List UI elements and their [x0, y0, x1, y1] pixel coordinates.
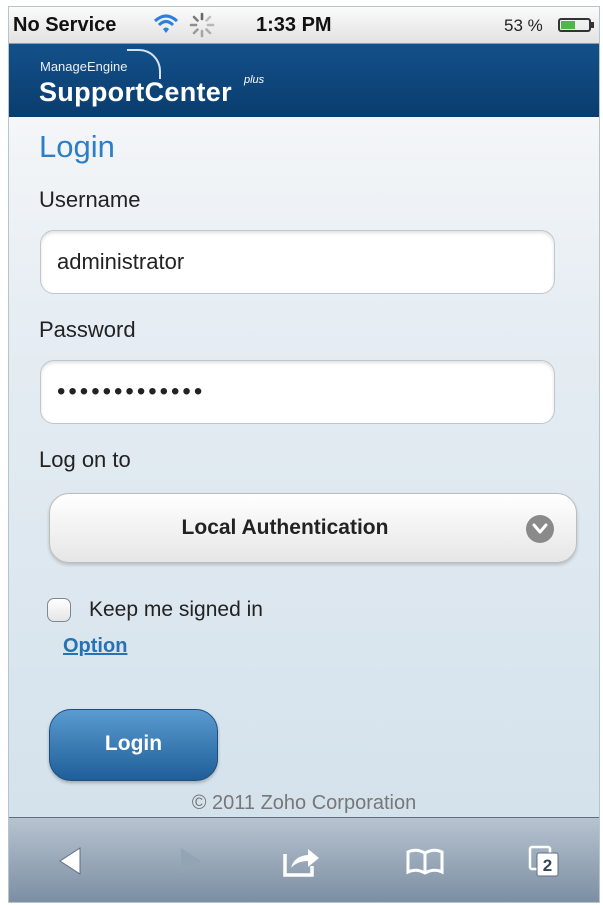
status-bar: No Service 1:33 PM 53 % — [9, 7, 599, 44]
phone-screen: No Service 1:33 PM 53 % ManageEngine Sup… — [8, 6, 600, 903]
wifi-icon — [153, 12, 179, 42]
brand-product: SupportCenter — [39, 77, 232, 107]
browser-toolbar: 2 — [9, 817, 599, 902]
battery-percent: 53 % — [504, 16, 543, 35]
bookmarks-icon[interactable] — [390, 818, 460, 902]
username-label: Username — [39, 187, 141, 212]
loading-spinner-icon — [189, 12, 215, 44]
password-label: Password — [39, 317, 136, 342]
tabs-icon[interactable]: 2 — [509, 818, 579, 902]
login-form: Login Username Password ••••••••••••• Lo… — [9, 117, 599, 817]
password-field[interactable]: ••••••••••••• — [40, 360, 555, 424]
copyright-text: © 2011 Zoho Corporation — [191, 792, 417, 814]
username-field[interactable] — [40, 230, 555, 294]
logon-label: Log on to — [39, 447, 131, 472]
brand-plus: plus — [244, 74, 265, 86]
option-link[interactable]: Option — [63, 635, 127, 658]
login-button[interactable]: Login — [49, 709, 218, 781]
logon-select-value: Local Authentication — [181, 516, 389, 539]
keep-signed-in-label: Keep me signed in — [89, 598, 263, 621]
keep-signed-in-checkbox[interactable] — [47, 598, 71, 622]
page-title: Login — [39, 129, 115, 164]
brand-company: ManageEngine — [40, 59, 128, 74]
chevron-down-icon — [526, 515, 554, 543]
back-icon[interactable] — [35, 818, 105, 902]
battery-icon — [558, 18, 594, 32]
login-button-label: Login — [104, 732, 163, 755]
brand-swoosh-icon — [127, 49, 161, 79]
forward-icon[interactable] — [156, 818, 226, 902]
logon-select[interactable]: Local Authentication — [49, 493, 577, 563]
clock: 1:33 PM — [256, 14, 332, 36]
carrier-label: No Service — [13, 14, 117, 36]
tabs-count: 2 — [543, 856, 552, 875]
share-icon[interactable] — [267, 818, 337, 902]
app-header: ManageEngine SupportCenter plus — [9, 44, 599, 117]
